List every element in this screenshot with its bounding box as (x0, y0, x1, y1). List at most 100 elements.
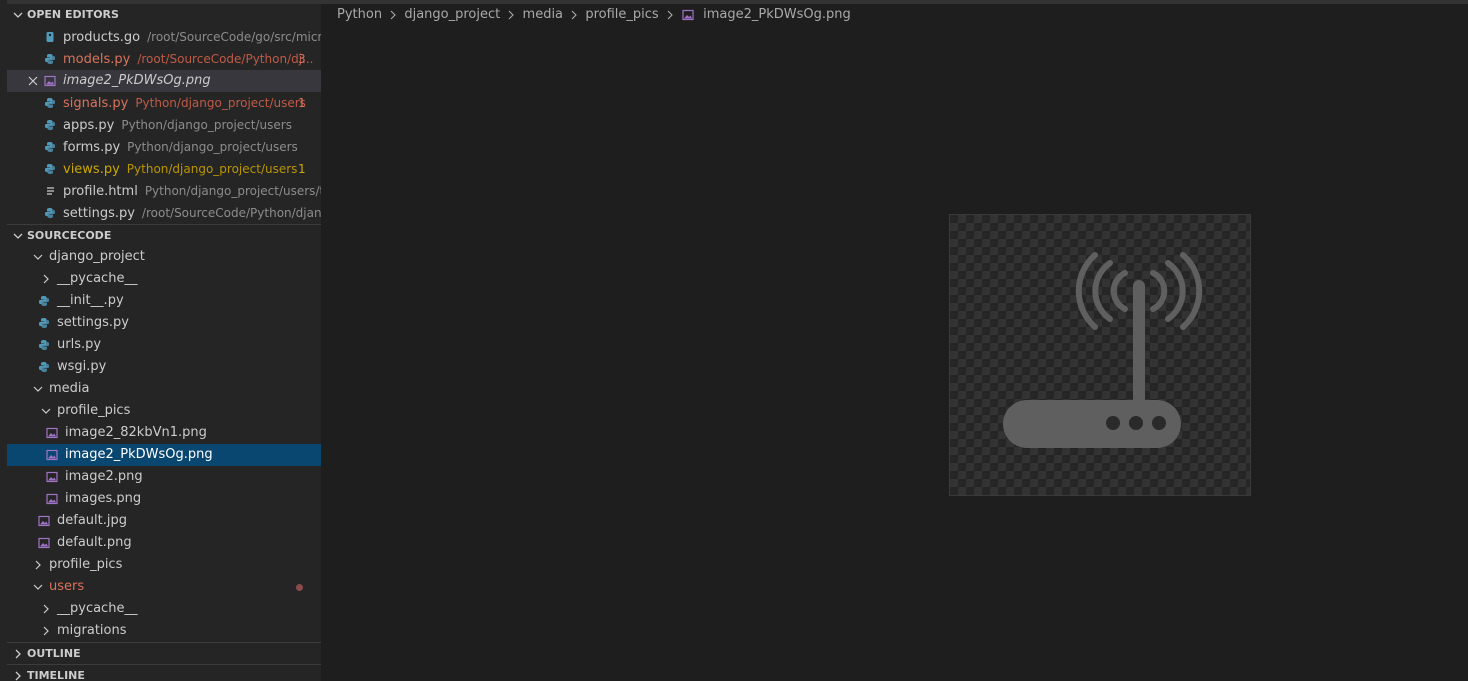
chevron-right-icon (509, 10, 515, 20)
file-path: Python/django_project/users (135, 96, 306, 110)
image-file-icon (38, 537, 50, 549)
tree-file[interactable]: settings.py (7, 312, 321, 334)
tree-file[interactable]: wsgi.py (7, 356, 321, 378)
folder-name: migrations (57, 623, 127, 638)
open-editor-item[interactable]: forms.py Python/django_project/users (7, 136, 321, 158)
open-editor-item[interactable]: settings.py/root/SourceCode/Python/djang… (7, 202, 321, 224)
open-editor-item[interactable]: signals.py Python/django_project/users 1 (7, 92, 321, 114)
file-name: forms.py (63, 140, 121, 155)
image-file-icon (46, 427, 58, 439)
tree-file[interactable]: image2_82kbVn1.png (7, 422, 321, 444)
chevron-down-icon (33, 386, 43, 392)
open-editor-item[interactable]: profile.html Python/django_project/users/… (7, 180, 321, 202)
folder-name: media (49, 381, 90, 396)
open-editor-item-active[interactable]: image2_PkDWsOg.png (7, 70, 321, 92)
file-name: apps.py (63, 118, 115, 133)
open-editor-item[interactable]: views.py Python/django_project/users 1 (7, 158, 321, 180)
file-name: default.jpg (57, 513, 127, 528)
open-editor-item[interactable]: apps.py Python/django_project/users (7, 114, 321, 136)
close-icon[interactable] (27, 75, 39, 87)
file-name: image2_PkDWsOg.png (65, 447, 213, 462)
file-path: Python/django_project/users (127, 140, 298, 154)
python-file-icon (45, 54, 55, 64)
image-preview[interactable] (949, 214, 1251, 496)
file-path: /root/SourceCode/Python/dj... (137, 52, 314, 66)
file-name: default.png (57, 535, 132, 550)
html-file-icon (47, 187, 54, 195)
tree-file[interactable]: urls.py (7, 334, 321, 356)
tree-folder[interactable]: users (7, 576, 321, 598)
file-name: images.png (65, 491, 142, 506)
folder-name: profile_pics (49, 557, 123, 572)
file-name: products.go (63, 30, 141, 45)
open-editor-item[interactable]: models.py/root/SourceCode/Python/dj... 3 (7, 48, 321, 70)
chevron-right-icon (571, 10, 577, 20)
chevron-down-icon (33, 254, 43, 260)
tree-folder[interactable]: profile_pics (7, 554, 321, 576)
image-file-icon (38, 515, 50, 527)
open-editors-title: OPEN EDITORS (27, 8, 119, 21)
python-file-icon (45, 164, 55, 174)
file-name: views.py (63, 162, 120, 177)
modified-dot-icon (296, 584, 303, 591)
python-file-icon (45, 208, 55, 218)
sourcecode-header[interactable]: SOURCECODE (7, 224, 321, 246)
tree-folder[interactable]: __pycache__ (7, 598, 321, 620)
sourcecode-title: SOURCECODE (27, 229, 112, 242)
file-name: image2_PkDWsOg.png (63, 73, 211, 88)
tree-file[interactable]: __init__.py (7, 290, 321, 312)
file-path: Python/django_project/users (126, 162, 298, 176)
python-file-icon (39, 340, 49, 350)
tree-folder[interactable]: django_project (7, 246, 321, 268)
image-file-icon (46, 493, 58, 505)
file-name: image2.png (65, 469, 143, 484)
breadcrumb-item[interactable]: profile_pics (585, 7, 658, 22)
tree-folder[interactable]: migrations (7, 620, 321, 642)
chevron-down-icon (33, 584, 43, 590)
chevron-right-icon (15, 649, 21, 659)
python-file-icon (45, 120, 55, 130)
image-file-icon (46, 449, 58, 461)
file-name: settings.py (63, 206, 135, 221)
file-name: wsgi.py (57, 359, 107, 374)
breadcrumb-file[interactable]: image2_PkDWsOg.png (703, 7, 851, 22)
open-editors-header[interactable]: OPEN EDITORS (7, 4, 321, 26)
chevron-right-icon (15, 671, 21, 681)
tree-file[interactable]: images.png (7, 488, 321, 510)
tree-file-selected[interactable]: image2_PkDWsOg.png (7, 444, 321, 466)
python-file-icon (45, 142, 55, 152)
timeline-title: TIMELINE (27, 669, 85, 681)
file-path: /root/SourceCode/go/src/micros... (147, 30, 321, 44)
tree-folder[interactable]: media (7, 378, 321, 400)
timeline-header[interactable]: TIMELINE (7, 664, 321, 681)
chevron-right-icon (43, 626, 49, 636)
chevron-down-icon (13, 12, 23, 18)
python-file-icon (45, 98, 55, 108)
chevron-down-icon (13, 233, 23, 239)
problem-count-badge: 1 (298, 96, 306, 110)
tree-file[interactable]: default.jpg (7, 510, 321, 532)
breadcrumb-item[interactable]: django_project (404, 7, 500, 22)
outline-header[interactable]: OUTLINE (7, 642, 321, 664)
image-file-icon (44, 75, 56, 87)
folder-name: users (49, 579, 85, 594)
problem-count-badge: 3 (298, 52, 306, 66)
file-name: models.py (63, 52, 131, 67)
open-editor-item[interactable]: products.go/root/SourceCode/go/src/micro… (7, 26, 321, 48)
chevron-right-icon (43, 604, 49, 614)
file-name: settings.py (57, 315, 129, 330)
tree-file[interactable]: default.png (7, 532, 321, 554)
tree-file[interactable]: image2.png (7, 466, 321, 488)
file-name: __init__.py (57, 293, 124, 308)
activity-bar-edge (0, 0, 7, 681)
file-path: Python/django_project/users (121, 118, 292, 132)
file-name: image2_82kbVn1.png (65, 425, 207, 440)
folder-name: profile_pics (57, 403, 131, 418)
tree-folder[interactable]: profile_pics (7, 400, 321, 422)
chevron-right-icon (35, 560, 41, 570)
go-file-icon (46, 32, 54, 42)
file-path: /root/SourceCode/Python/djang... (141, 206, 321, 220)
breadcrumb-item[interactable]: Python (337, 7, 382, 22)
breadcrumb-item[interactable]: media (523, 7, 564, 22)
tree-folder[interactable]: __pycache__ (7, 268, 321, 290)
